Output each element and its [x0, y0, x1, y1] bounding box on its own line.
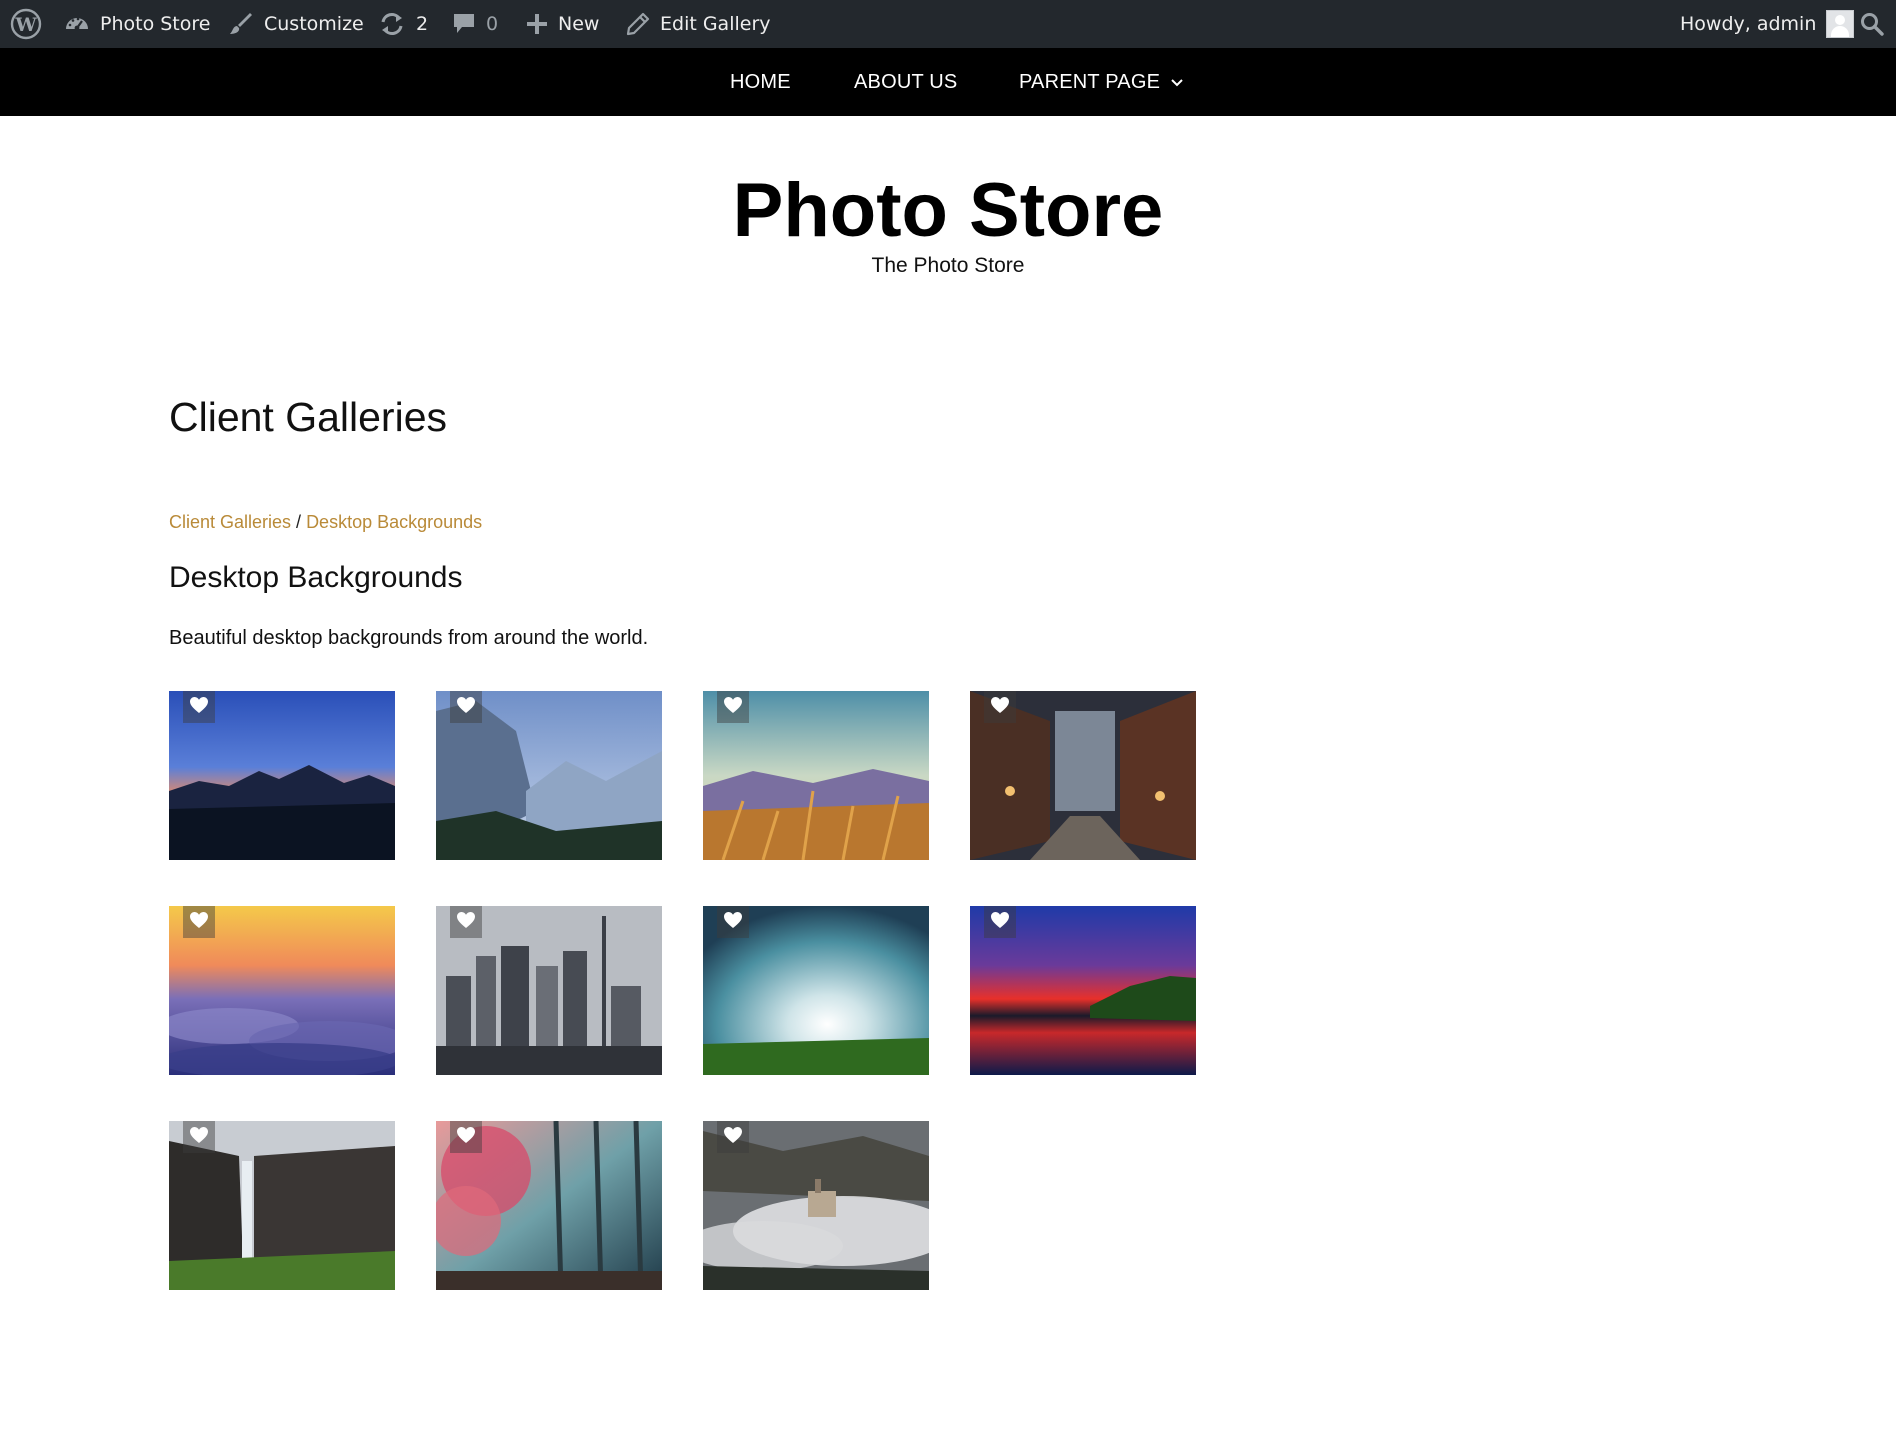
comments-link[interactable]: 0 [452, 0, 498, 48]
comments-count: 0 [486, 13, 499, 35]
heart-icon [456, 911, 476, 934]
favorite-button[interactable] [183, 691, 215, 723]
updates-count: 2 [416, 13, 429, 35]
heart-icon [189, 911, 209, 934]
heart-icon [723, 696, 743, 719]
plus-icon [526, 13, 548, 35]
breadcrumb-separator: / [291, 512, 307, 532]
heart-icon [189, 1126, 209, 1149]
breadcrumb: Client Galleries / Desktop Backgrounds [169, 512, 482, 533]
gallery-thumbnail[interactable] [703, 1121, 929, 1290]
favorite-button[interactable] [183, 1121, 215, 1153]
nav-item-about-us[interactable]: ABOUT US [854, 48, 957, 116]
heart-icon [456, 696, 476, 719]
new-content-menu[interactable]: New [526, 0, 599, 48]
svg-text:W: W [14, 14, 37, 36]
gallery-thumbnail[interactable] [436, 906, 662, 1075]
page-title: Client Galleries [169, 394, 447, 440]
dashboard-icon [64, 11, 90, 37]
favorite-button[interactable] [717, 906, 749, 938]
site-name-menu[interactable]: Photo Store [64, 0, 210, 48]
heart-icon [723, 911, 743, 934]
nav-item-label: ABOUT US [854, 70, 958, 93]
favorite-button[interactable] [450, 691, 482, 723]
gallery-thumbnail[interactable] [169, 906, 395, 1075]
heart-icon [990, 911, 1010, 934]
favorite-button[interactable] [984, 906, 1016, 938]
favorite-button[interactable] [984, 691, 1016, 723]
paintbrush-icon [228, 11, 254, 37]
breadcrumb-link-client-galleries[interactable]: Client Galleries [169, 512, 291, 532]
heart-icon [723, 1126, 743, 1149]
updates-link[interactable]: 2 [378, 0, 428, 48]
nav-item-label: HOME [730, 70, 791, 93]
customize-label: Customize [264, 13, 364, 35]
favorite-button[interactable] [450, 1121, 482, 1153]
search-icon [1860, 12, 1884, 36]
heart-icon [456, 1126, 476, 1149]
site-tagline: The Photo Store [871, 254, 1025, 277]
main-navigation: HOME ABOUT US PARENT PAGE [0, 48, 1896, 116]
gallery-thumbnail[interactable] [436, 1121, 662, 1290]
gallery-thumbnail[interactable] [703, 691, 929, 860]
gallery-title: Desktop Backgrounds [169, 561, 463, 594]
chevron-down-icon [1170, 71, 1184, 94]
gallery-thumbnail[interactable] [436, 691, 662, 860]
gallery-thumbnail[interactable] [970, 691, 1196, 860]
favorite-button[interactable] [450, 906, 482, 938]
gallery-thumbnail[interactable] [169, 691, 395, 860]
pencil-icon [626, 12, 650, 36]
edit-gallery-label: Edit Gallery [660, 13, 771, 35]
new-label: New [558, 13, 600, 35]
gallery-thumbnail[interactable] [703, 906, 929, 1075]
nav-item-home[interactable]: HOME [730, 48, 791, 116]
gallery-description: Beautiful desktop backgrounds from aroun… [169, 627, 649, 649]
heart-icon [990, 696, 1010, 719]
favorite-button[interactable] [717, 1121, 749, 1153]
updates-icon [378, 11, 406, 37]
admin-bar: W Photo Store Customize 2 0 New Edit Gal… [0, 0, 1896, 48]
wp-logo-menu[interactable]: W [10, 0, 42, 48]
heart-icon [189, 696, 209, 719]
avatar [1826, 10, 1855, 38]
gallery-thumbnail[interactable] [970, 906, 1196, 1075]
nav-item-parent-page[interactable]: PARENT PAGE [1019, 48, 1184, 116]
favorite-button[interactable] [183, 906, 215, 938]
comment-icon [452, 11, 476, 37]
account-menu[interactable]: Howdy, admin [1680, 0, 1855, 48]
site-title[interactable]: Photo Store [0, 166, 1896, 256]
nav-item-label: PARENT PAGE [1019, 70, 1161, 93]
gallery-thumbnail[interactable] [169, 1121, 395, 1290]
search-button[interactable] [1860, 0, 1884, 48]
favorite-button[interactable] [717, 691, 749, 723]
edit-gallery-link[interactable]: Edit Gallery [626, 0, 771, 48]
wordpress-icon: W [10, 8, 42, 40]
howdy-label: Howdy, admin [1680, 13, 1817, 35]
breadcrumb-link-desktop-backgrounds[interactable]: Desktop Backgrounds [306, 512, 482, 532]
customize-link[interactable]: Customize [228, 0, 364, 48]
site-name-label: Photo Store [100, 13, 211, 35]
